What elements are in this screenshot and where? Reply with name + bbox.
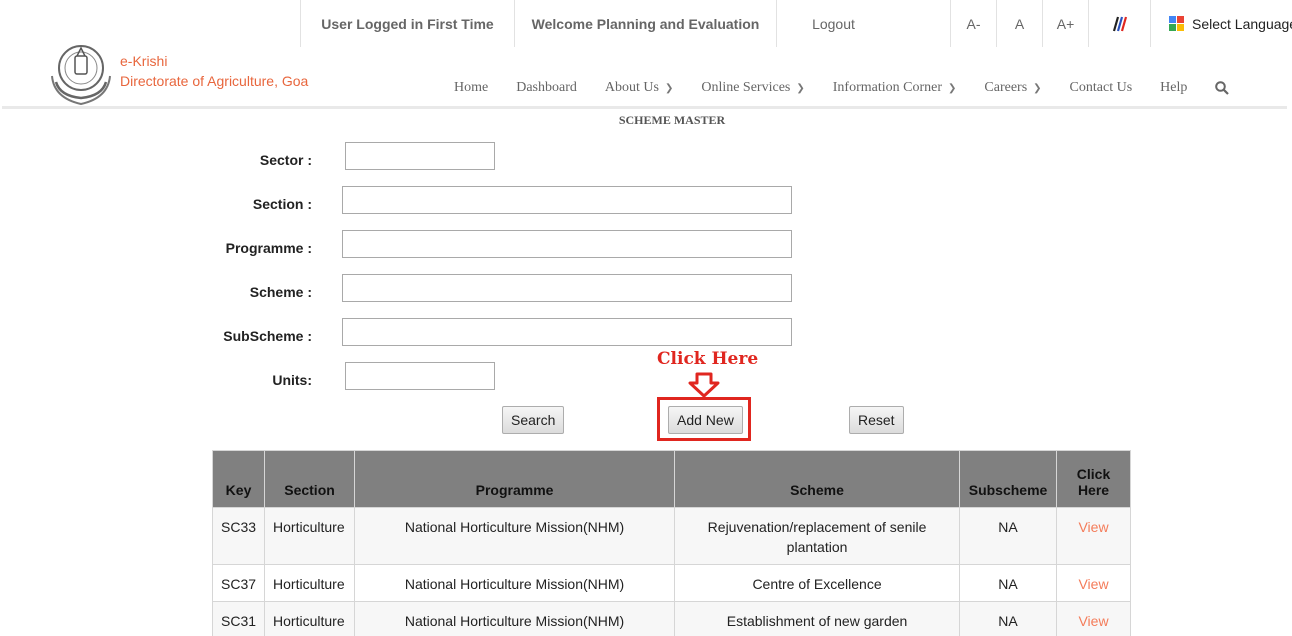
cell-section: Horticulture [264, 601, 356, 636]
table-row: SC31 Horticulture National Horticulture … [211, 601, 1131, 636]
user-status: User Logged in First Time [300, 0, 514, 47]
nav-online-services[interactable]: Online Services ❯ [687, 78, 818, 98]
add-new-button[interactable]: Add New [668, 406, 743, 434]
cell-scheme: Establishment of new garden [674, 601, 961, 636]
column-header-scheme: Scheme [674, 450, 961, 508]
nav-help-label: Help [1160, 80, 1188, 95]
nav-careers-label: Careers [984, 80, 1028, 95]
search-button[interactable]: Search [502, 406, 565, 434]
arrow-down-icon [688, 372, 720, 398]
site-brand[interactable]: e-Krishi Directorate of Agriculture, Goa [120, 51, 308, 91]
cell-programme: National Horticulture Mission(NHM) [354, 564, 676, 602]
nav-dashboard[interactable]: Dashboard [502, 78, 591, 98]
nav-divider [2, 106, 1287, 109]
nav-contact[interactable]: Contact Us [1056, 78, 1147, 98]
brand-subtitle: Directorate of Agriculture, Goa [120, 73, 309, 89]
cell-section: Horticulture [264, 564, 356, 602]
cell-programme: National Horticulture Mission(NHM) [354, 601, 676, 636]
cell-action: View [1056, 507, 1131, 565]
goa-emblem-logo[interactable] [50, 38, 112, 106]
search-icon[interactable] [1201, 78, 1243, 98]
theme-switcher-icon[interactable] [1088, 0, 1150, 47]
welcome-message: Welcome Planning and Evaluation [514, 0, 776, 47]
nav-information-corner[interactable]: Information Corner ❯ [819, 78, 971, 98]
cell-scheme: Centre of Excellence [674, 564, 961, 602]
cell-programme: National Horticulture Mission(NHM) [354, 507, 676, 565]
main-nav: Home Dashboard About Us ❯ Online Services… [440, 78, 1243, 98]
cell-scheme: Rejuvenation/replacement of senile plant… [674, 507, 961, 565]
units-input[interactable] [345, 362, 495, 390]
page-title: SCHEME MASTER [618, 113, 726, 127]
font-increase-button[interactable]: A+ [1042, 0, 1088, 47]
logout-link[interactable]: Logout [776, 0, 890, 47]
chevron-down-icon: ❯ [948, 82, 957, 94]
chevron-down-icon: ❯ [796, 82, 805, 94]
programme-label: Programme : [225, 240, 312, 256]
cell-subscheme: NA [959, 601, 1058, 636]
font-decrease-button[interactable]: A- [950, 0, 996, 47]
section-input[interactable] [342, 186, 792, 214]
nav-home-label: Home [454, 80, 489, 95]
table-header-row: Key Section Programme Scheme Subscheme C… [211, 450, 1131, 508]
column-header-action: Click Here [1056, 450, 1131, 508]
chevron-down-icon: ❯ [664, 82, 674, 94]
sector-label: Sector : [259, 152, 312, 168]
programme-input[interactable] [342, 230, 792, 258]
brand-name: e-Krishi [120, 53, 168, 69]
scheme-table: Key Section Programme Scheme Subscheme C… [211, 450, 1131, 636]
cell-action: View [1056, 601, 1131, 636]
chevron-down-icon: ❯ [1033, 82, 1042, 94]
subscheme-input[interactable] [342, 318, 792, 346]
nav-careers[interactable]: Careers ❯ [970, 78, 1055, 98]
cell-key: SC33 [211, 507, 266, 565]
sector-input[interactable] [345, 142, 495, 170]
top-utility-bar: User Logged in First Time Welcome Planni… [300, 0, 1292, 47]
table-row: SC37 Horticulture National Horticulture … [211, 564, 1131, 602]
column-header-programme: Programme [354, 450, 676, 508]
nav-help[interactable]: Help [1146, 78, 1201, 98]
language-label: Select Language [1192, 15, 1292, 32]
nav-contact-label: Contact Us [1069, 80, 1133, 95]
cell-action: View [1056, 564, 1131, 602]
scheme-label: Scheme : [249, 284, 312, 300]
section-label: Section : [252, 196, 312, 212]
cell-section: Horticulture [264, 507, 356, 565]
nav-about[interactable]: About Us ❯ [591, 78, 687, 98]
language-selector[interactable]: Select Language ▼ [1150, 0, 1292, 47]
units-label: Units: [272, 372, 312, 388]
cell-key: SC31 [211, 601, 266, 636]
cell-subscheme: NA [959, 507, 1058, 565]
scheme-input[interactable] [342, 274, 792, 302]
view-link[interactable]: View [1078, 519, 1108, 535]
google-translate-icon [1169, 16, 1184, 31]
font-normal-button[interactable]: A [996, 0, 1042, 47]
column-header-section: Section [264, 450, 356, 508]
nav-dashboard-label: Dashboard [516, 80, 577, 95]
subscheme-label: SubScheme : [223, 328, 312, 344]
nav-info-label: Information Corner [832, 80, 942, 95]
table-row: SC33 Horticulture National Horticulture … [211, 507, 1131, 565]
click-here-annotation: Click Here [657, 349, 759, 369]
nav-about-label: About Us [604, 80, 659, 95]
nav-home[interactable]: Home [440, 78, 502, 98]
column-header-key: Key [211, 450, 266, 508]
nav-services-label: Online Services [701, 80, 791, 95]
column-header-subscheme: Subscheme [959, 450, 1058, 508]
reset-button[interactable]: Reset [849, 406, 904, 434]
view-link[interactable]: View [1078, 613, 1108, 629]
view-link[interactable]: View [1078, 576, 1108, 592]
cell-subscheme: NA [959, 564, 1058, 602]
cell-key: SC37 [211, 564, 266, 602]
